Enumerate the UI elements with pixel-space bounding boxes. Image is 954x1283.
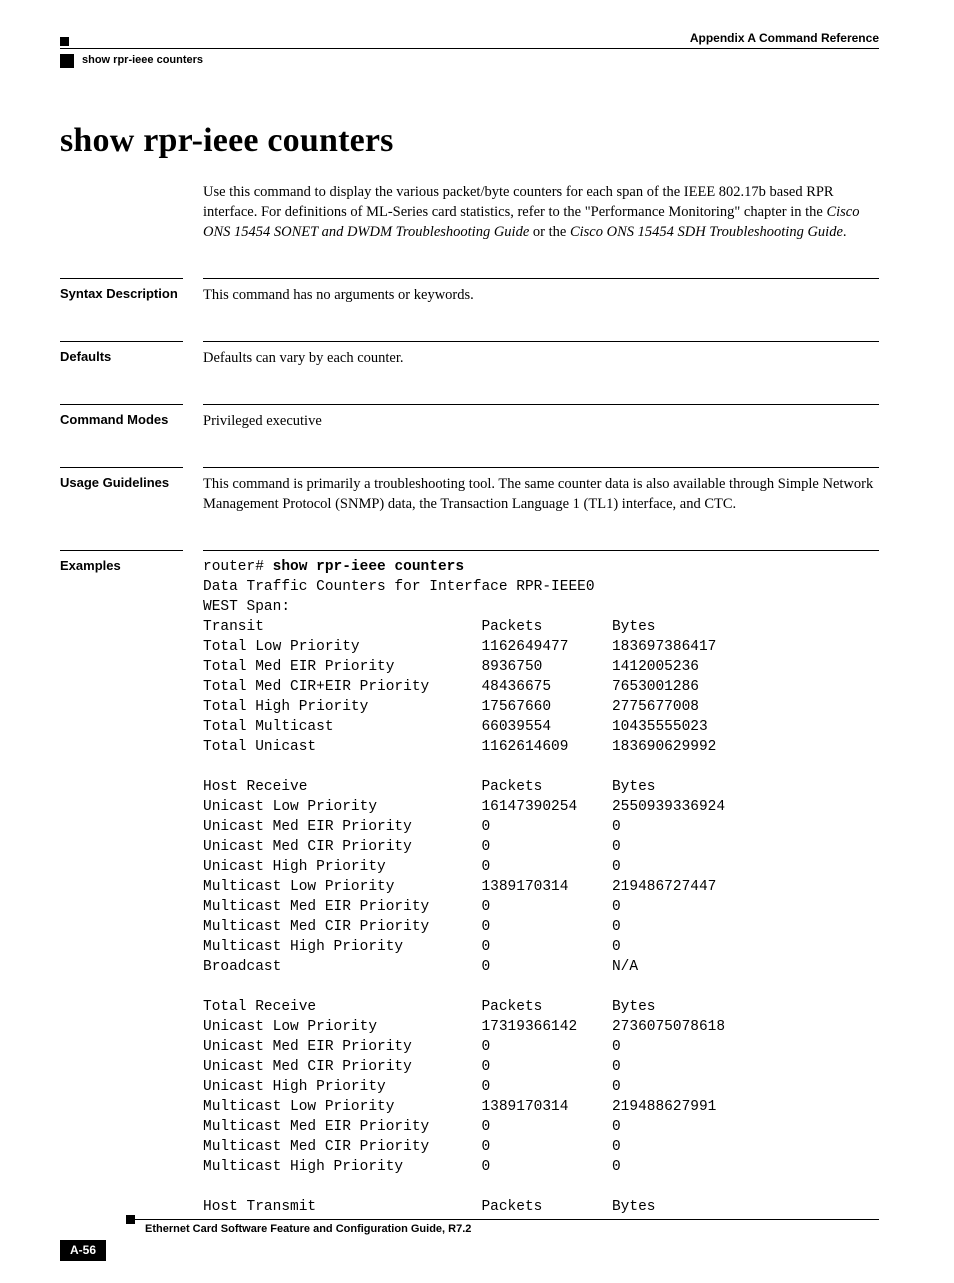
breadcrumb-text: show rpr-ieee counters <box>82 53 203 68</box>
section-label-modes: Command Modes <box>60 404 183 431</box>
section-body-modes: Privileged executive <box>203 404 879 431</box>
page-number: A-56 <box>60 1240 106 1260</box>
page-title: show rpr-ieee counters <box>60 118 879 164</box>
intro-mid: or the <box>529 224 570 240</box>
breadcrumb: show rpr-ieee counters <box>60 53 879 68</box>
appendix-label: Appendix A Command Reference <box>690 30 879 46</box>
page-header: Appendix A Command Reference <box>60 30 879 49</box>
section-body-examples: router# show rpr-ieee counters Data Traf… <box>203 550 879 1217</box>
footer-doc-title: Ethernet Card Software Feature and Confi… <box>145 1222 879 1237</box>
section-body-defaults: Defaults can vary by each counter. <box>203 341 879 368</box>
appendix-label-text: Appendix A <box>690 31 756 45</box>
section-label-examples: Examples <box>60 550 183 1217</box>
intro-after: . <box>843 224 847 240</box>
section-body-syntax: This command has no arguments or keyword… <box>203 278 879 305</box>
section-body-usage: This command is primarily a troubleshoot… <box>203 467 879 514</box>
intro-text-1: Use this command to display the various … <box>203 184 834 220</box>
section-label-syntax: Syntax Description <box>60 278 183 305</box>
footer-rule <box>128 1219 879 1220</box>
header-square-icon <box>60 37 69 46</box>
section-defaults: Defaults Defaults can vary by each count… <box>60 341 879 368</box>
section-modes: Command Modes Privileged executive <box>60 404 879 431</box>
header-left <box>60 37 69 46</box>
intro-italic-2: Cisco ONS 15454 SDH Troubleshooting Guid… <box>570 224 843 240</box>
section-label-defaults: Defaults <box>60 341 183 368</box>
section-examples: Examples router# show rpr-ieee counters … <box>60 550 879 1217</box>
section-usage: Usage Guidelines This command is primari… <box>60 467 879 514</box>
breadcrumb-square-icon <box>60 54 74 68</box>
section-syntax: Syntax Description This command has no a… <box>60 278 879 305</box>
appendix-title-text: Command Reference <box>759 31 879 45</box>
section-label-usage: Usage Guidelines <box>60 467 183 514</box>
page-footer: Ethernet Card Software Feature and Confi… <box>60 1219 879 1261</box>
intro-paragraph: Use this command to display the various … <box>203 182 879 242</box>
